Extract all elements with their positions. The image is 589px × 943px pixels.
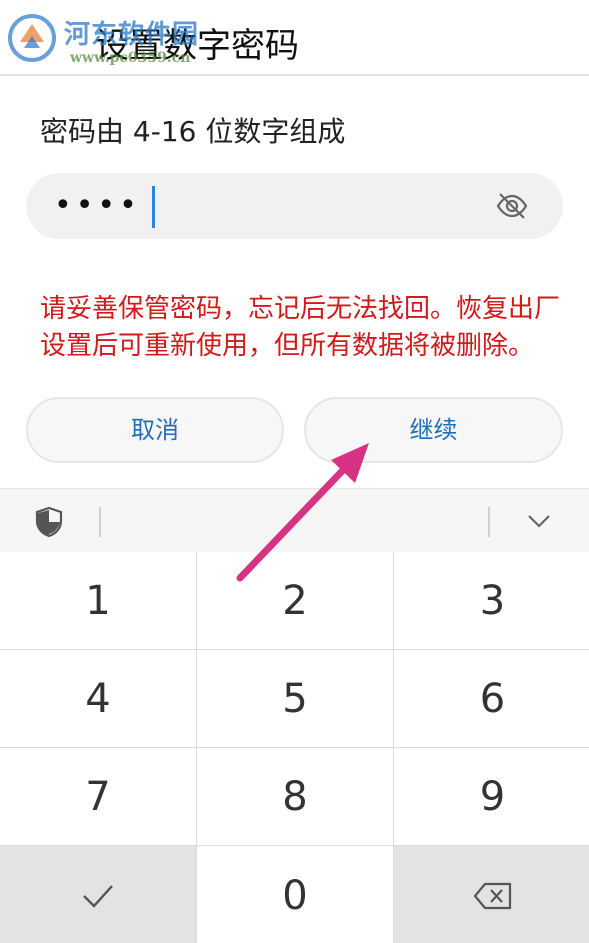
key-6[interactable]: 6: [394, 650, 589, 747]
shield-icon[interactable]: [34, 506, 64, 538]
keyboard-toolbar: [0, 488, 589, 552]
header: 设置数字密码: [0, 0, 589, 76]
continue-button[interactable]: 继续: [304, 397, 563, 463]
password-hint: 密码由 4-16 位数字组成: [40, 115, 346, 148]
password-value: ••••: [54, 188, 141, 223]
key-8[interactable]: 8: [197, 748, 393, 845]
key-9[interactable]: 9: [394, 748, 589, 845]
eye-off-icon[interactable]: [495, 189, 529, 223]
cancel-button[interactable]: 取消: [26, 397, 284, 463]
warning-text: 请妥善保管密码，忘记后无法找回。恢复出厂设置后可重新使用，但所有数据将被删除。: [40, 294, 561, 361]
page-title: 设置数字密码: [95, 26, 299, 66]
toolbar-divider: [99, 507, 101, 537]
password-input[interactable]: ••••: [26, 173, 563, 239]
key-2[interactable]: 2: [197, 552, 393, 649]
key-0[interactable]: 0: [197, 846, 393, 943]
checkmark-icon: [83, 885, 113, 908]
key-4[interactable]: 4: [0, 650, 196, 747]
numeric-keypad: 1 2 3 4 5 6 7 8 9 0: [0, 552, 589, 943]
key-1[interactable]: 1: [0, 552, 196, 649]
chevron-down-icon[interactable]: [526, 511, 552, 531]
text-caret: [152, 186, 155, 228]
done-key[interactable]: [0, 846, 196, 943]
toolbar-divider: [488, 507, 490, 537]
backspace-icon: [473, 882, 511, 910]
delete-key[interactable]: [394, 846, 589, 943]
key-7[interactable]: 7: [0, 748, 196, 845]
key-3[interactable]: 3: [394, 552, 589, 649]
key-5[interactable]: 5: [197, 650, 393, 747]
